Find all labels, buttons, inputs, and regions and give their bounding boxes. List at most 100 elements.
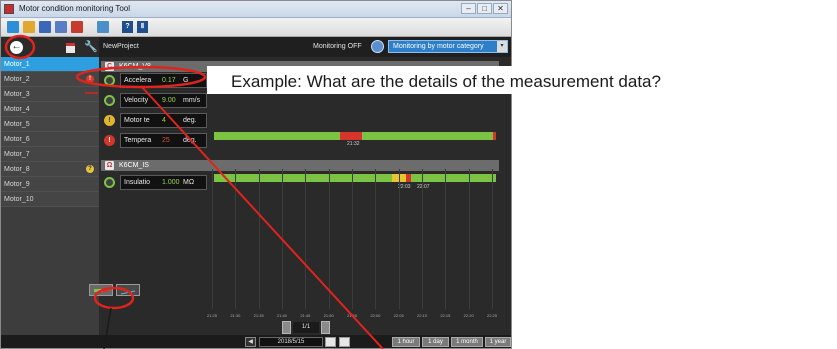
- date-field[interactable]: 2018/5/15: [259, 337, 323, 347]
- save-icon[interactable]: [39, 21, 51, 33]
- manual-icon[interactable]: Ⅱ: [137, 21, 148, 33]
- maximize-button[interactable]: □: [477, 3, 492, 14]
- grid-line: [468, 169, 470, 309]
- status-bar-temperature: [214, 132, 496, 140]
- calendar-button[interactable]: [325, 337, 336, 347]
- sidebar: ← 🔧 Motor_1 Motor_2! Motor_3 Motor_4 Motor_5…: [1, 37, 99, 348]
- trend-view-button[interactable]: [116, 284, 140, 296]
- measurement-row[interactable]: ! Motor te 4 deg.: [101, 113, 207, 128]
- measurement-value-box: Accelera 0.17 G: [120, 73, 207, 88]
- measurement-value: 1.000: [162, 179, 180, 186]
- sidebar-item-motor[interactable]: Motor_7: [1, 147, 99, 162]
- wrench-icon[interactable]: 🔧: [84, 41, 98, 53]
- grid-line: [492, 169, 493, 309]
- header-bar: NewProject Monitoring OFF Monitoring by …: [99, 37, 511, 57]
- range-1-day-button[interactable]: 1 day: [422, 337, 449, 347]
- next-date-button[interactable]: [339, 337, 350, 347]
- next-page-button[interactable]: [321, 321, 330, 334]
- ok-status-icon: [104, 95, 115, 106]
- open-folder-icon[interactable]: [23, 21, 35, 33]
- sidebar-item-motor[interactable]: Motor_1: [1, 57, 99, 72]
- grid-line: [422, 169, 423, 309]
- motor-label: Motor_2: [4, 76, 30, 83]
- monitoring-status: Monitoring OFF: [313, 43, 362, 50]
- motor-label: Motor_6: [4, 136, 30, 143]
- measurement-name: Velocity: [124, 97, 149, 104]
- measurement-value-box: Motor te 4 deg.: [120, 113, 207, 128]
- status-bar-insulation: [214, 174, 496, 182]
- bar-time-label: 22:07: [417, 184, 430, 190]
- range-1-hour-button[interactable]: 1 hour: [392, 337, 420, 347]
- grid-line: [352, 169, 353, 309]
- motor-label: Motor_10: [4, 196, 34, 203]
- measurement-value: 4: [162, 117, 166, 124]
- help-icon[interactable]: ?: [122, 21, 133, 33]
- delete-icon[interactable]: [71, 21, 83, 33]
- previous-date-button[interactable]: ◀: [245, 337, 256, 347]
- sidebar-item-motor[interactable]: Motor_8?: [1, 162, 99, 177]
- sidebar-item-motor[interactable]: Motor_9: [1, 177, 99, 192]
- grid-line: [212, 169, 213, 309]
- warning-status-icon: !: [104, 115, 115, 126]
- time-tick-label: 21:40: [277, 313, 288, 318]
- time-tick-label: 22:10: [417, 313, 428, 318]
- sidebar-item-motor[interactable]: Motor_3: [1, 87, 99, 102]
- measurement-name: Motor te: [124, 117, 150, 124]
- toolbar: ? Ⅱ: [1, 18, 511, 37]
- sidebar-item-motor[interactable]: Motor_4: [1, 102, 99, 117]
- bar-time-label: 21:32: [347, 141, 360, 147]
- measurement-unit: G: [183, 77, 189, 84]
- monitor-area: C K6CM_V8 Accelera 0.17 G Velocity 9.00 mm/s!…: [99, 57, 511, 335]
- minimize-button[interactable]: –: [461, 3, 476, 14]
- motor-label: Motor_4: [4, 106, 30, 113]
- measurement-row[interactable]: Insulatio 1.000 MΩ: [101, 175, 207, 190]
- motor-list: Motor_1 Motor_2! Motor_3 Motor_4 Motor_5 Moto…: [1, 57, 99, 207]
- grid-line: [445, 169, 447, 309]
- view-mode-buttons: [89, 284, 147, 298]
- measurement-row[interactable]: ! Tempera 25 deg.: [101, 133, 207, 148]
- group-name: K6CM_IS: [119, 162, 149, 169]
- motor-label: Motor_9: [4, 181, 30, 188]
- settings-icon[interactable]: [97, 21, 109, 33]
- prev-page-button[interactable]: [282, 321, 291, 334]
- sidebar-item-motor[interactable]: Motor_5: [1, 117, 99, 132]
- close-button[interactable]: ✕: [493, 3, 508, 14]
- measurement-value-box: Insulatio 1.000 MΩ: [120, 175, 207, 190]
- grid-line: [328, 169, 330, 309]
- delete-motor-icon[interactable]: [66, 43, 75, 53]
- measurement-row[interactable]: Accelera 0.17 G: [101, 73, 207, 88]
- save-as-icon[interactable]: [55, 21, 67, 33]
- grid-line: [282, 169, 283, 309]
- alarm-status-icon: !: [104, 135, 115, 146]
- range-1-year-button[interactable]: 1 year: [485, 337, 511, 347]
- time-tick-label: 22:25: [487, 313, 498, 318]
- sidebar-item-motor[interactable]: Motor_10: [1, 192, 99, 207]
- alarm-badge-icon: !: [86, 75, 94, 83]
- time-tick-label: 22:00: [370, 313, 381, 318]
- measurement-unit: mm/s: [183, 97, 201, 104]
- sidebar-item-motor[interactable]: Motor_2!: [1, 72, 99, 87]
- new-project-icon[interactable]: [7, 21, 19, 33]
- measurement-name: Accelera: [124, 77, 152, 84]
- measurement-name: Insulatio: [124, 179, 151, 186]
- motor-label: Motor_1: [4, 61, 30, 68]
- app-window: Motor condition monitoring Tool – □ ✕ ? …: [0, 0, 512, 349]
- project-name: NewProject: [103, 43, 139, 50]
- status-bar-icon: [94, 289, 108, 292]
- motor-label: Motor_3: [4, 91, 30, 98]
- back-arrow-icon[interactable]: ←: [10, 41, 23, 54]
- monitoring-toggle-icon[interactable]: [371, 40, 384, 53]
- grid-line: [398, 169, 400, 309]
- measurement-row[interactable]: Velocity 9.00 mm/s: [101, 93, 207, 108]
- monitoring-mode-value: Monitoring by motor category: [393, 43, 484, 50]
- measurement-unit: MΩ: [183, 179, 195, 186]
- ok-status-icon: [104, 75, 115, 86]
- bar-view-button[interactable]: [89, 284, 113, 296]
- sidebar-item-motor[interactable]: Motor_6: [1, 132, 99, 147]
- measurement-value: 9.00: [162, 97, 176, 104]
- range-1-month-button[interactable]: 1 month: [451, 337, 483, 347]
- monitoring-mode-select[interactable]: Monitoring by motor category ▾: [388, 40, 508, 53]
- alarm-segment: [493, 132, 496, 140]
- callout-text: Example: What are the details of the mea…: [231, 72, 661, 91]
- measurement-name: Tempera: [124, 137, 152, 144]
